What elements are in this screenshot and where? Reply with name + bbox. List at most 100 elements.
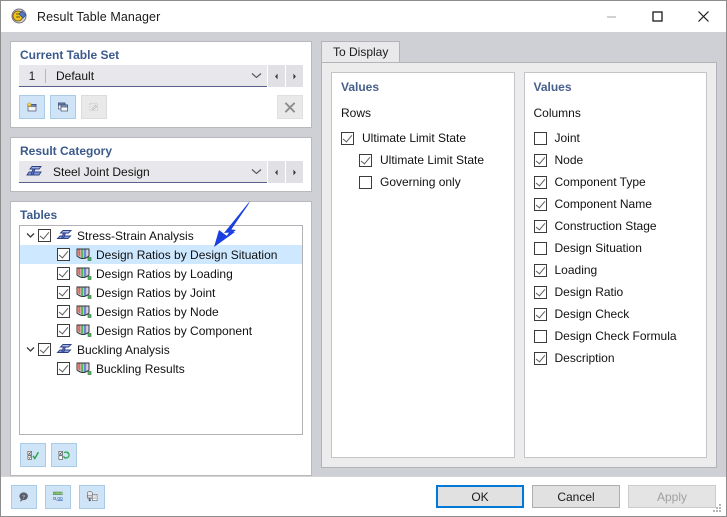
tree-item-checkbox[interactable]	[57, 248, 70, 261]
maximize-icon[interactable]	[634, 1, 680, 32]
checkbox-row-component-name[interactable]: Component Name	[525, 193, 707, 215]
tables-tree[interactable]: Stress-Strain Analysis Design Ratios by D…	[19, 225, 303, 435]
tree-item-checkbox[interactable]	[57, 324, 70, 337]
delete-table-set-button[interactable]	[277, 95, 303, 119]
checkbox[interactable]	[534, 176, 547, 189]
apply-button: Apply	[628, 485, 716, 508]
tables-toolbar	[11, 435, 311, 475]
invert-selection-button[interactable]	[51, 443, 77, 467]
export-button[interactable]	[79, 485, 105, 509]
svg-text:0,: 0,	[53, 496, 57, 502]
result-category-previous-button[interactable]	[268, 161, 285, 183]
checkbox-row-component-type[interactable]: Component Type	[525, 171, 707, 193]
result-table-manager-window: Result Table Manager Current Table Set	[0, 0, 727, 517]
rows-checkbox-list: Ultimate Limit State Ultimate Limit State…	[332, 127, 514, 193]
tree-item-checkbox[interactable]	[38, 229, 51, 242]
result-table-icon	[75, 247, 92, 262]
chevron-down-icon[interactable]	[23, 340, 38, 359]
checkbox-row-node[interactable]: Node	[525, 149, 707, 171]
new-table-set-button[interactable]	[19, 95, 45, 119]
tree-item-design-ratios-by-joint[interactable]: Design Ratios by Joint	[20, 283, 302, 302]
checkbox-row-design-check[interactable]: Design Check	[525, 303, 707, 325]
checkbox[interactable]	[534, 198, 547, 211]
checkbox-row-design-check-formula[interactable]: Design Check Formula	[525, 325, 707, 347]
select-all-button[interactable]	[20, 443, 46, 467]
checkbox[interactable]	[534, 242, 547, 255]
left-column: Current Table Set 1 Default	[10, 41, 312, 476]
chevron-down-icon[interactable]	[245, 72, 267, 79]
result-category-combo[interactable]: Steel Joint Design	[19, 161, 267, 183]
tree-item-buckling-analysis[interactable]: Buckling Analysis	[20, 340, 302, 359]
checkbox[interactable]	[534, 330, 547, 343]
checkbox-label: Node	[555, 153, 584, 167]
tree-item-checkbox[interactable]	[57, 362, 70, 375]
tree-item-stress-strain-analysis[interactable]: Stress-Strain Analysis	[20, 226, 302, 245]
cancel-button[interactable]: Cancel	[532, 485, 620, 508]
checkbox-row-description[interactable]: Description	[525, 347, 707, 369]
tree-item-checkbox[interactable]	[38, 343, 51, 356]
window-title: Result Table Manager	[37, 10, 160, 24]
checkbox-label: Ultimate Limit State	[380, 153, 484, 167]
tree-item-label: Design Ratios by Node	[96, 305, 219, 319]
number-format-button[interactable]: 0, 00	[45, 485, 71, 509]
checkbox-label: Governing only	[380, 175, 461, 189]
to-display-panel: Values Rows Ultimate Limit StateUltimate…	[321, 62, 717, 468]
resize-grip[interactable]	[711, 502, 723, 514]
checkbox-row-ultimate-limit-state[interactable]: Ultimate Limit State	[332, 149, 514, 171]
checkbox[interactable]	[534, 352, 547, 365]
steel-beam-icon	[25, 164, 43, 180]
help-button[interactable]: ?	[11, 485, 37, 509]
checkbox-row-design-situation[interactable]: Design Situation	[525, 237, 707, 259]
checkbox[interactable]	[534, 308, 547, 321]
checkbox[interactable]	[359, 176, 372, 189]
rows-panel-title: Values	[332, 80, 514, 94]
tree-item-design-ratios-by-node[interactable]: Design Ratios by Node	[20, 302, 302, 321]
steel-beam-icon	[56, 342, 73, 357]
checkbox-label: Ultimate Limit State	[362, 131, 466, 145]
checkbox[interactable]	[341, 132, 354, 145]
tables-group: Tables Stress-Strain Analysis Design Rati…	[10, 201, 312, 476]
copy-table-set-button[interactable]	[50, 95, 76, 119]
checkbox[interactable]	[534, 264, 547, 277]
tab-to-display[interactable]: To Display	[321, 41, 400, 62]
ok-button[interactable]: OK	[436, 485, 524, 508]
tree-item-design-ratios-by-component[interactable]: Design Ratios by Component	[20, 321, 302, 340]
to-display-column: To Display Values Rows Ultimate Limit St…	[321, 41, 717, 476]
tables-title: Tables	[11, 202, 311, 225]
checkbox[interactable]	[534, 286, 547, 299]
tree-item-buckling-results[interactable]: Buckling Results	[20, 359, 302, 378]
table-set-previous-button[interactable]	[268, 65, 285, 87]
tree-item-label: Stress-Strain Analysis	[77, 229, 194, 243]
columns-values-panel: Values Columns JointNodeComponent TypeCo…	[524, 72, 708, 458]
tree-item-checkbox[interactable]	[57, 267, 70, 280]
checkbox-row-governing-only[interactable]: Governing only	[332, 171, 514, 193]
checkbox[interactable]	[534, 132, 547, 145]
result-category-group: Result Category Steel Joint Desi	[10, 137, 312, 192]
tree-item-design-ratios-by-loading[interactable]: Design Ratios by Loading	[20, 264, 302, 283]
minimize-icon[interactable]	[588, 1, 634, 32]
checkbox-row-joint[interactable]: Joint	[525, 127, 707, 149]
result-table-icon	[75, 361, 92, 376]
checkbox-row-design-ratio[interactable]: Design Ratio	[525, 281, 707, 303]
tree-item-checkbox[interactable]	[57, 286, 70, 299]
chevron-down-icon[interactable]	[245, 168, 267, 175]
checkbox-row-loading[interactable]: Loading	[525, 259, 707, 281]
dialog-client-area: Current Table Set 1 Default	[1, 32, 726, 476]
checkbox[interactable]	[534, 154, 547, 167]
app-icon	[10, 8, 28, 26]
chevron-down-icon[interactable]	[23, 226, 38, 245]
table-set-next-button[interactable]	[286, 65, 303, 87]
checkbox-label: Design Check Formula	[555, 329, 677, 343]
tree-item-checkbox[interactable]	[57, 305, 70, 318]
table-set-combo[interactable]: 1 Default	[19, 65, 267, 87]
checkbox-row-ultimate-limit-state[interactable]: Ultimate Limit State	[332, 127, 514, 149]
tree-item-design-ratios-by-design-situation[interactable]: Design Ratios by Design Situation	[20, 245, 302, 264]
rows-subtitle: Rows	[332, 106, 514, 120]
checkbox-label: Design Ratio	[555, 285, 624, 299]
checkbox[interactable]	[359, 154, 372, 167]
table-set-combo-row: 1 Default	[19, 65, 303, 87]
checkbox-row-construction-stage[interactable]: Construction Stage	[525, 215, 707, 237]
checkbox[interactable]	[534, 220, 547, 233]
close-icon[interactable]	[680, 1, 726, 32]
result-category-next-button[interactable]	[286, 161, 303, 183]
